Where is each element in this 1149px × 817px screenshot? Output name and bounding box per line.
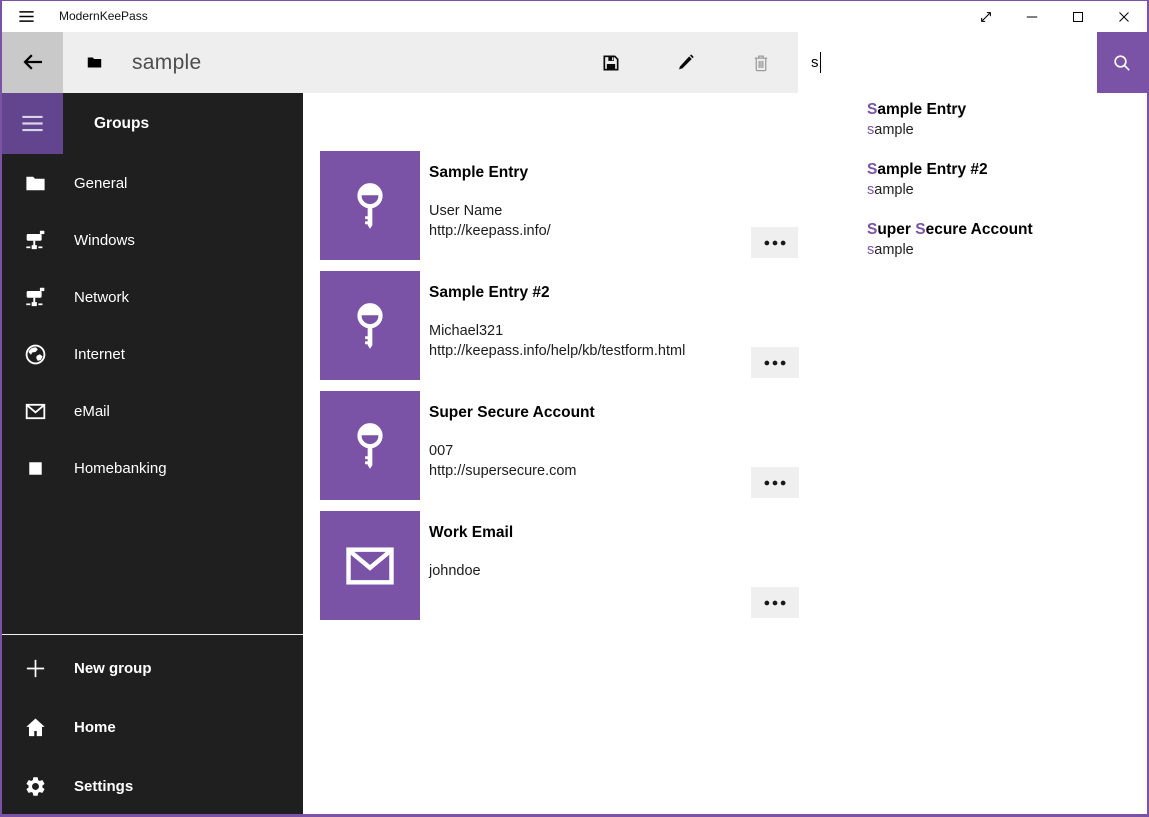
entry-tile: [320, 151, 420, 260]
ellipsis-icon: [760, 228, 790, 258]
fullscreen-icon: [977, 8, 995, 26]
window-title: ModernKeePass: [59, 1, 148, 32]
entry-row-sample-entry-2[interactable]: Sample Entry #2 Michael321http://keepass…: [320, 271, 799, 380]
entry-tile: [320, 391, 420, 500]
sidebar: Groups General Windows Network Internet …: [2, 93, 303, 814]
entry-more-button[interactable]: [751, 587, 799, 618]
edit-button[interactable]: [648, 32, 723, 93]
mail-icon: [23, 400, 47, 424]
entry-line: 007: [429, 441, 745, 461]
entry-more-button[interactable]: [751, 347, 799, 378]
hamburger-icon: [17, 7, 36, 26]
sidebar-separator: [2, 634, 303, 635]
sidebar-item-windows[interactable]: Windows: [2, 212, 303, 269]
text-cursor: [820, 52, 822, 73]
entry-more-button[interactable]: [751, 227, 799, 258]
entry-line: Michael321: [429, 321, 745, 341]
search-box: s: [798, 32, 1147, 93]
group-list: General Windows Network Internet eMail H…: [2, 155, 303, 497]
save-icon: [601, 53, 621, 73]
entry-line: http://supersecure.com: [429, 461, 745, 481]
close-button[interactable]: [1101, 1, 1147, 32]
save-button[interactable]: [573, 32, 648, 93]
sidebar-item-email[interactable]: eMail: [2, 383, 303, 440]
mail-icon: [342, 538, 398, 594]
window-controls: [963, 1, 1147, 32]
hamburger-icon: [19, 110, 46, 137]
minimize-button[interactable]: [1009, 1, 1055, 32]
entry-row-super-secure-account[interactable]: Super Secure Account 007http://supersecu…: [320, 391, 799, 500]
suggestion-subtitle: sample: [867, 120, 1149, 140]
ellipsis-icon: [760, 348, 790, 378]
sidebar-item-internet[interactable]: Internet: [2, 326, 303, 383]
suggestion-title: Super Secure Account: [867, 220, 1149, 240]
sidebar-item-home[interactable]: Home: [2, 698, 303, 757]
entry-more-button[interactable]: [751, 467, 799, 498]
minimize-icon: [1023, 8, 1041, 26]
suggestion-item[interactable]: Sample Entry #2 sample: [798, 160, 1149, 220]
plus-icon: [23, 657, 47, 681]
network-icon: [23, 229, 47, 253]
fullscreen-button[interactable]: [963, 1, 1009, 32]
key-icon: [342, 298, 398, 354]
appbar: sample: [2, 32, 798, 93]
suggestion-subtitle: sample: [867, 180, 1149, 200]
search-button[interactable]: [1097, 32, 1147, 93]
sidebar-item-new-group[interactable]: New group: [2, 639, 303, 698]
entry-title: Sample Entry #2: [429, 284, 745, 302]
sidebar-item-network[interactable]: Network: [2, 269, 303, 326]
maximize-icon: [1069, 8, 1087, 26]
sidebar-footer: New group Home Settings: [2, 639, 303, 816]
groups-header: Groups: [94, 93, 149, 154]
suggestion-title: Sample Entry #2: [867, 160, 1149, 180]
titlebar: ModernKeePass: [2, 1, 1147, 32]
search-query: s: [811, 54, 819, 71]
globe-icon: [23, 343, 47, 367]
delete-button[interactable]: [723, 32, 798, 93]
network-icon: [23, 286, 47, 310]
key-icon: [342, 418, 398, 474]
entry-title: Work Email: [429, 524, 745, 542]
key-icon: [342, 178, 398, 234]
folder-icon: [23, 172, 47, 196]
menu-toggle-button[interactable]: [2, 93, 63, 154]
entry-line: johndoe: [429, 561, 745, 581]
app-window: ModernKeePass sample: [0, 0, 1149, 817]
suggestion-item[interactable]: Sample Entry sample: [798, 100, 1149, 160]
entry-tile: [320, 511, 420, 620]
group-title: sample: [132, 32, 202, 93]
entry-line: User Name: [429, 201, 745, 221]
sidebar-item-general[interactable]: General: [2, 155, 303, 212]
entry-row-sample-entry[interactable]: Sample Entry User Namehttp://keepass.inf…: [320, 151, 799, 260]
sidebar-item-homebanking[interactable]: Homebanking: [2, 440, 303, 497]
database-folder-icon: [86, 54, 103, 71]
entry-list: Sample Entry User Namehttp://keepass.inf…: [320, 151, 799, 631]
suggestion-subtitle: sample: [867, 240, 1149, 260]
gear-icon: [23, 775, 47, 799]
square-icon: [23, 457, 47, 481]
suggestion-title: Sample Entry: [867, 100, 1149, 120]
search-suggestions: Sample Entry sample Sample Entry #2 samp…: [798, 93, 1149, 292]
sidebar-item-settings[interactable]: Settings: [2, 757, 303, 816]
maximize-button[interactable]: [1055, 1, 1101, 32]
search-icon: [1112, 53, 1132, 73]
command-buttons: [573, 32, 798, 93]
back-button[interactable]: [2, 32, 63, 93]
entry-title: Super Secure Account: [429, 404, 745, 422]
close-icon: [1115, 8, 1133, 26]
trash-icon: [751, 53, 771, 73]
home-icon: [23, 716, 47, 740]
ellipsis-icon: [760, 588, 790, 618]
titlebar-hamburger-button[interactable]: [4, 1, 48, 32]
entry-line: http://keepass.info/help/kb/testform.htm…: [429, 341, 745, 361]
entry-row-work-email[interactable]: Work Email johndoe: [320, 511, 799, 620]
search-input[interactable]: s: [798, 32, 1097, 93]
suggestion-item[interactable]: Super Secure Account sample: [798, 220, 1149, 280]
entry-tile: [320, 271, 420, 380]
ellipsis-icon: [760, 468, 790, 498]
back-arrow-icon: [21, 51, 45, 75]
entry-title: Sample Entry: [429, 164, 745, 182]
pencil-icon: [676, 53, 696, 73]
entry-line: http://keepass.info/: [429, 221, 745, 241]
